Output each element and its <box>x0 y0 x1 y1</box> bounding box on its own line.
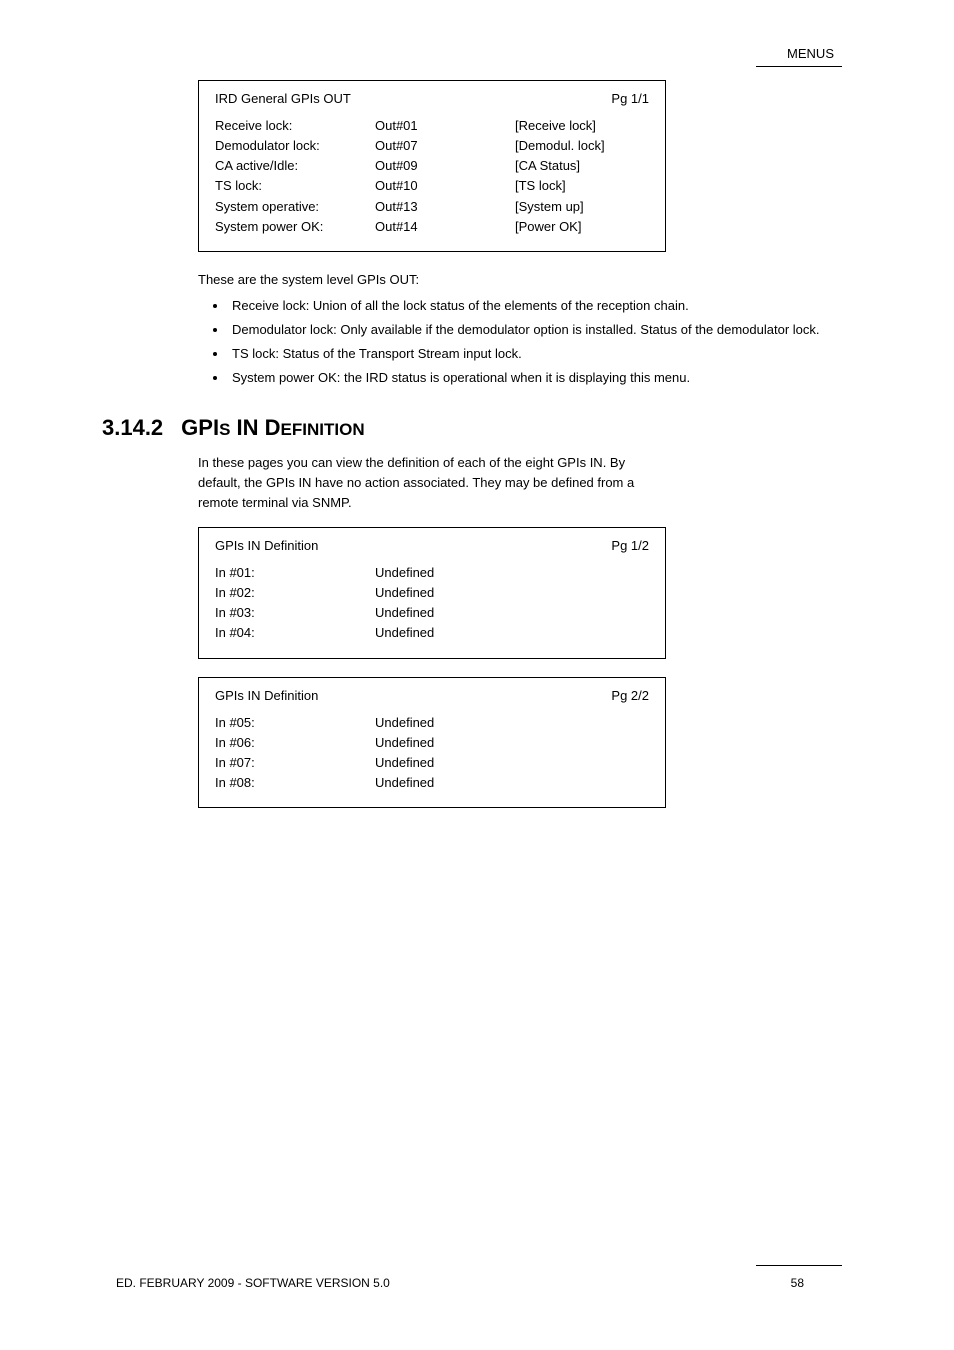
box2-r3c2: Undefined <box>375 623 515 643</box>
box1-r1c2: Out#07 <box>375 136 515 156</box>
box1-r2c3: [CA Status] <box>515 156 649 176</box>
section-number: 3.14.2 <box>102 415 163 441</box>
box3-r3c1: In #08: <box>215 773 375 793</box>
section-heading: 3.14.2 GPIS IN DEFINITION <box>102 415 854 441</box>
box1-r0c3: [Receive lock] <box>515 116 649 136</box>
mid-text: These are the system level GPIs OUT: <box>198 270 854 290</box>
box1-r0c1: Receive lock: <box>215 116 375 136</box>
box-gpis-in-1: GPIs IN Definition Pg 1/2 In #01: Undefi… <box>198 527 666 659</box>
box3-row: In #08: Undefined <box>215 773 649 793</box>
box1-row: System power OK: Out#14 [Power OK] <box>215 217 649 237</box>
header-rule <box>756 66 842 67</box>
box2-title-right: Pg 1/2 <box>611 538 649 553</box>
box2-r0c1: In #01: <box>215 563 375 583</box>
box3-title-left: GPIs IN Definition <box>215 688 318 703</box>
box3-row: In #07: Undefined <box>215 753 649 773</box>
footer-left: ED. FEBRUARY 2009 - SOFTWARE VERSION 5.0 <box>116 1276 390 1290</box>
box1-r3c2: Out#10 <box>375 176 515 196</box>
box1-row: TS lock: Out#10 [TS lock] <box>215 176 649 196</box>
box1-r5c3: [Power OK] <box>515 217 649 237</box>
box1-r1c1: Demodulator lock: <box>215 136 375 156</box>
box2-r1c2: Undefined <box>375 583 515 603</box>
section-title: GPIS IN DEFINITION <box>181 415 364 441</box>
box3-header: GPIs IN Definition Pg 2/2 <box>215 688 649 703</box>
t3: IN D <box>230 415 280 440</box>
footer-right: 58 <box>791 1276 804 1290</box>
footer-rule <box>756 1265 842 1266</box>
bullet-item: TS lock: Status of the Transport Stream … <box>228 344 854 364</box>
box-general-gpis-out: IRD General GPIs OUT Pg 1/1 Receive lock… <box>198 80 666 252</box>
box3-r0c1: In #05: <box>215 713 375 733</box>
box2-r2c1: In #03: <box>215 603 375 623</box>
box3-r0c2: Undefined <box>375 713 515 733</box>
sub-text: In these pages you can view the definiti… <box>198 453 668 513</box>
box2-row: In #03: Undefined <box>215 603 649 623</box>
box3-row: In #06: Undefined <box>215 733 649 753</box>
bullet-list: Receive lock: Union of all the lock stat… <box>228 296 854 389</box>
box1-r5c1: System power OK: <box>215 217 375 237</box>
box1-r2c2: Out#09 <box>375 156 515 176</box>
box2-r0c2: Undefined <box>375 563 515 583</box>
box1-r4c3: [System up] <box>515 197 649 217</box>
box2-header: GPIs IN Definition Pg 1/2 <box>215 538 649 553</box>
box2-r2c2: Undefined <box>375 603 515 623</box>
box1-row: Demodulator lock: Out#07 [Demodul. lock] <box>215 136 649 156</box>
box1-r3c1: TS lock: <box>215 176 375 196</box>
bullet-item: Receive lock: Union of all the lock stat… <box>228 296 854 316</box>
bullet-item: System power OK: the IRD status is opera… <box>228 368 854 388</box>
box3-r2c2: Undefined <box>375 753 515 773</box>
page-content: IRD General GPIs OUT Pg 1/1 Receive lock… <box>118 80 854 808</box>
box1-title-left: IRD General GPIs OUT <box>215 91 351 106</box>
box1-r0c2: Out#01 <box>375 116 515 136</box>
box2-title-left: GPIs IN Definition <box>215 538 318 553</box>
box3-r1c2: Undefined <box>375 733 515 753</box>
page-header: MENUS <box>787 46 834 61</box>
box-gpis-in-2: GPIs IN Definition Pg 2/2 In #05: Undefi… <box>198 677 666 809</box>
t4: EFINITION <box>281 420 365 439</box>
box1-r3c3: [TS lock] <box>515 176 649 196</box>
box1-r5c2: Out#14 <box>375 217 515 237</box>
box1-row: System operative: Out#13 [System up] <box>215 197 649 217</box>
box2-row: In #04: Undefined <box>215 623 649 643</box>
bullet-item: Demodulator lock: Only available if the … <box>228 320 854 340</box>
t2: S <box>219 420 230 439</box>
box1-r2c1: CA active/Idle: <box>215 156 375 176</box>
box1-r4c1: System operative: <box>215 197 375 217</box>
box3-r1c1: In #06: <box>215 733 375 753</box>
box2-r1c1: In #02: <box>215 583 375 603</box>
t1: GPI <box>181 415 219 440</box>
box1-r4c2: Out#13 <box>375 197 515 217</box>
box2-row: In #01: Undefined <box>215 563 649 583</box>
box1-r1c3: [Demodul. lock] <box>515 136 649 156</box>
box1-title-right: Pg 1/1 <box>611 91 649 106</box>
box1-row: Receive lock: Out#01 [Receive lock] <box>215 116 649 136</box>
box2-r3c1: In #04: <box>215 623 375 643</box>
box1-row: CA active/Idle: Out#09 [CA Status] <box>215 156 649 176</box>
box2-row: In #02: Undefined <box>215 583 649 603</box>
box3-title-right: Pg 2/2 <box>611 688 649 703</box>
box3-r3c2: Undefined <box>375 773 515 793</box>
box1-header: IRD General GPIs OUT Pg 1/1 <box>215 91 649 106</box>
box3-r2c1: In #07: <box>215 753 375 773</box>
box3-row: In #05: Undefined <box>215 713 649 733</box>
